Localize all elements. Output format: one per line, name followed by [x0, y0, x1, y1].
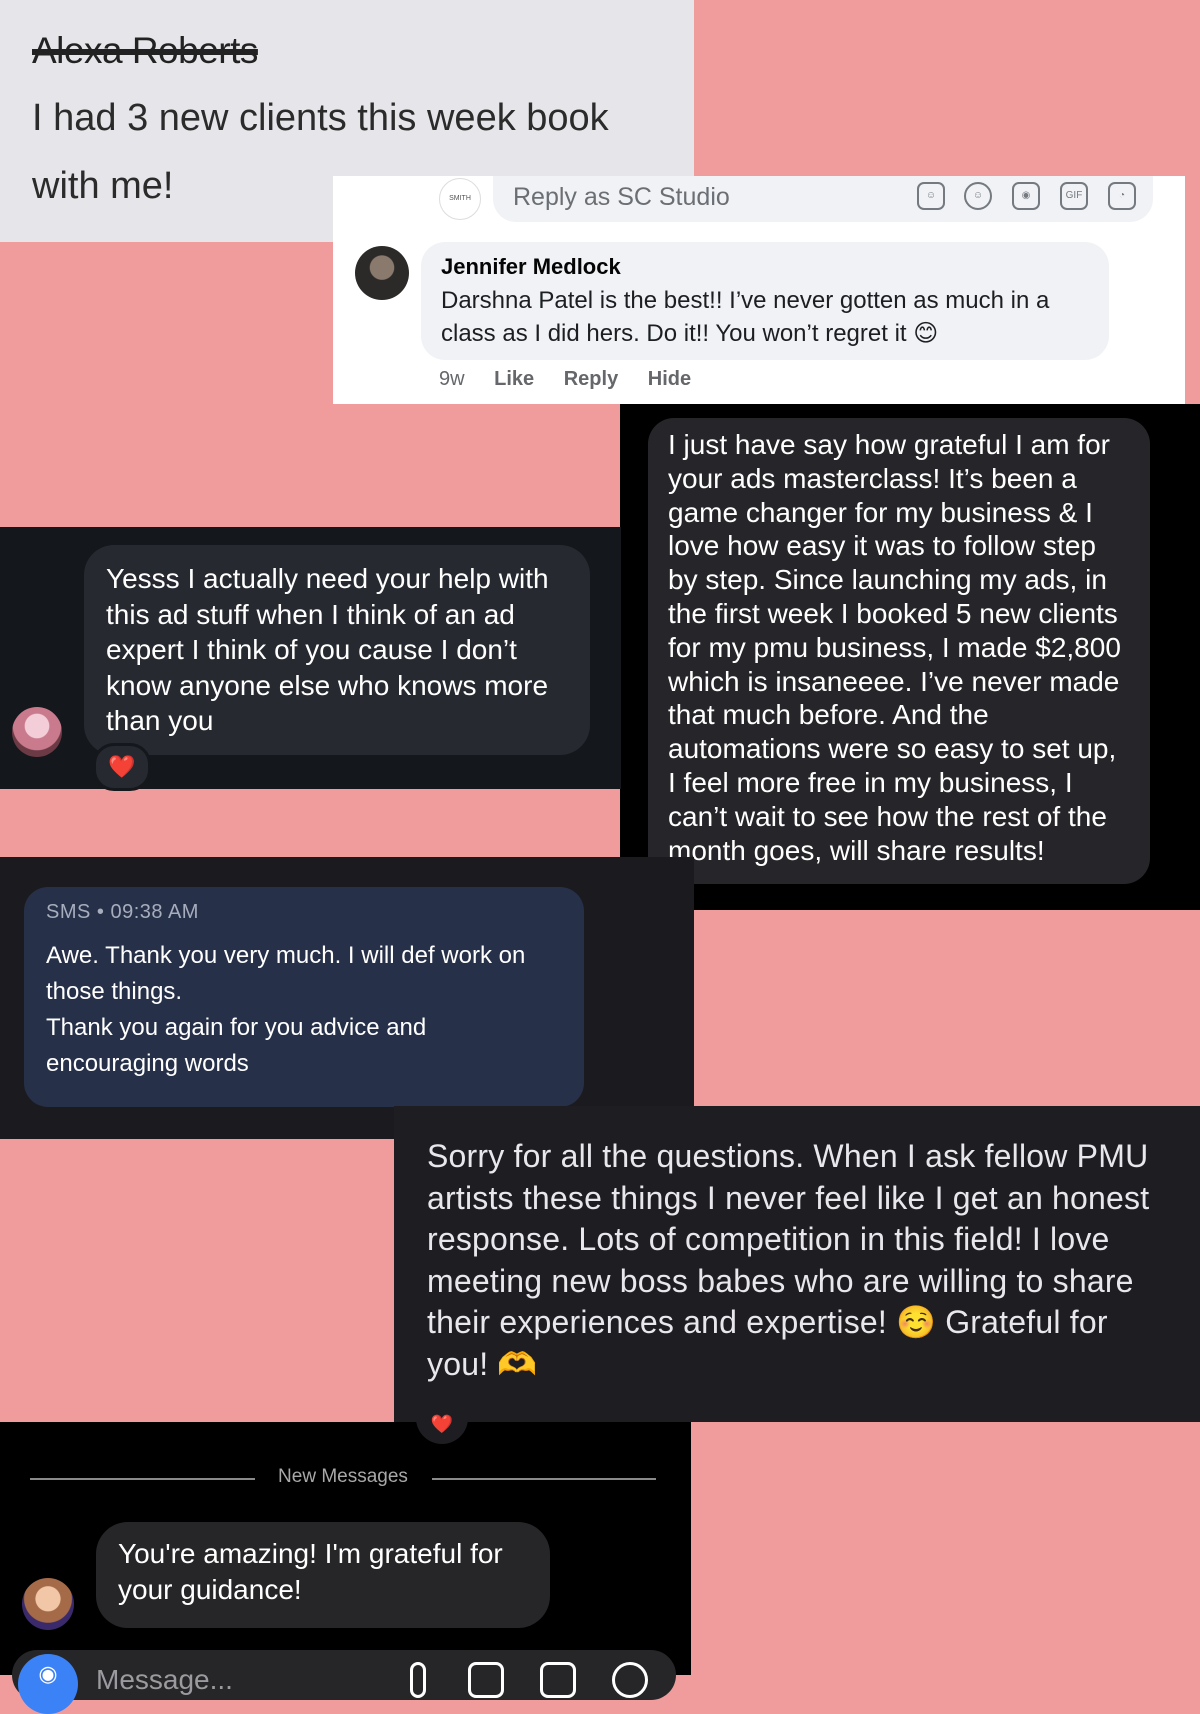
hide-button[interactable]: Hide [648, 368, 691, 390]
facebook-comment-card: SMITH Reply as SC Studio ☺ ☺ ◉ GIF ◔ Jen… [333, 176, 1185, 404]
comment-text: Darshna Patel is the best!! I’ve never g… [441, 287, 1050, 347]
mic-icon[interactable] [410, 1662, 426, 1698]
camera-icon[interactable]: ◉ [1012, 182, 1040, 210]
message-card: Sorry for all the questions. When I ask … [394, 1106, 1200, 1422]
sender-avatar[interactable] [22, 1578, 74, 1630]
divider-line-left [30, 1478, 255, 1480]
sticker-icon[interactable] [540, 1662, 576, 1698]
commenter-name[interactable]: Jennifer Medlock [441, 254, 1089, 280]
author-name-struck: Alexa Roberts [32, 30, 258, 71]
divider-line-right [432, 1478, 656, 1480]
gif-icon[interactable]: GIF [1060, 182, 1088, 210]
imessage-card: I just have say how grateful I am for yo… [620, 404, 1200, 910]
new-messages-divider: New Messages [278, 1466, 408, 1487]
sms-card: SMS • 09:38 AM Awe. Thank you very much.… [0, 857, 694, 1139]
reply-row: SMITH Reply as SC Studio ☺ ☺ ◉ GIF ◔ [333, 176, 1185, 226]
heart-reaction-icon[interactable]: ❤️ [416, 1414, 468, 1444]
add-icon[interactable] [612, 1662, 648, 1698]
reply-button[interactable]: Reply [564, 368, 618, 390]
sms-bubble: SMS • 09:38 AM Awe. Thank you very much.… [24, 887, 584, 1107]
sender-avatar[interactable] [12, 707, 62, 757]
avatar-sticker-icon[interactable]: ☺ [917, 182, 945, 210]
page-avatar[interactable]: SMITH [439, 178, 481, 220]
sticker-icon[interactable]: ◔ [1108, 182, 1136, 210]
commenter-avatar[interactable] [355, 246, 409, 300]
image-icon[interactable] [468, 1662, 504, 1698]
dm-thread-card: ❤️ New Messages You're amazing! I'm grat… [0, 1414, 691, 1714]
message-bubble: Yesss I actually need your help with thi… [84, 545, 590, 755]
like-button[interactable]: Like [494, 368, 534, 390]
message-bubble: You're amazing! I'm grateful for your gu… [96, 1522, 550, 1628]
camera-icon[interactable]: ◉ [18, 1654, 78, 1714]
comment-time: 9w [439, 368, 465, 390]
smiley-icon[interactable]: ☺ [964, 182, 992, 210]
message-composer[interactable]: ◉ Message... [12, 1650, 676, 1714]
sms-text: Awe. Thank you very much. I will def wor… [46, 942, 526, 1077]
comment-bubble: Jennifer Medlock Darshna Patel is the be… [421, 242, 1109, 360]
reply-input[interactable]: Reply as SC Studio [493, 176, 1153, 222]
heart-reaction-icon[interactable]: ❤️ [93, 743, 151, 791]
composer-input[interactable]: Message... [96, 1664, 233, 1696]
dm-card: Yesss I actually need your help with thi… [0, 527, 621, 791]
comment-actions: 9w Like Reply Hide [439, 368, 715, 391]
sms-meta: SMS • 09:38 AM [46, 901, 199, 923]
message-text: Sorry for all the questions. When I ask … [427, 1138, 1150, 1382]
message-bubble: I just have say how grateful I am for yo… [648, 418, 1150, 884]
